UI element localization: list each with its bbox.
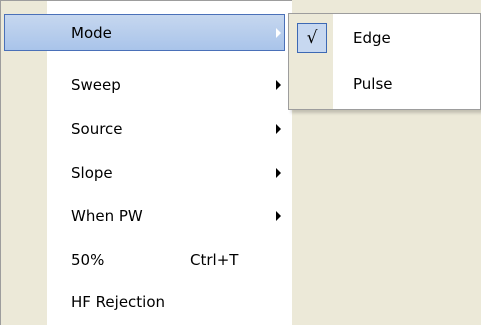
menu-item-label: Sweep: [71, 76, 121, 94]
menu-item-label: When PW: [71, 207, 143, 225]
menu-item-mode[interactable]: Mode: [4, 14, 285, 51]
menu-item-label: HF Rejection: [71, 293, 166, 311]
menu-item-label: Slope: [71, 164, 113, 182]
submenu-arrow-icon: [276, 124, 281, 134]
submenu-arrow-icon: [276, 168, 281, 178]
submenu-item-pulse[interactable]: Pulse: [291, 65, 480, 103]
menu-item-label: Mode: [71, 23, 112, 42]
submenu-item-label: Edge: [353, 29, 391, 47]
menu-item-label: Source: [71, 120, 123, 138]
submenu-arrow-icon: [276, 211, 281, 221]
mode-submenu: √ Edge Pulse: [288, 13, 481, 110]
submenu-item-edge[interactable]: √ Edge: [291, 19, 480, 57]
menu-item-hf-rejection[interactable]: HF Rejection: [4, 283, 285, 321]
trigger-context-menu: Mode Sweep Source Slope When PW 50% Ctrl…: [0, 0, 292, 325]
menu-item-sweep[interactable]: Sweep: [4, 66, 285, 104]
submenu-arrow-icon: [276, 27, 281, 38]
menu-item-when-pw[interactable]: When PW: [4, 197, 285, 235]
check-icon: √: [297, 23, 327, 53]
menu-item-source[interactable]: Source: [4, 110, 285, 148]
menu-item-label: 50%: [71, 251, 105, 269]
submenu-arrow-icon: [276, 80, 281, 90]
menu-item-slope[interactable]: Slope: [4, 154, 285, 192]
submenu-item-label: Pulse: [353, 75, 393, 93]
menu-item-50-percent[interactable]: 50% Ctrl+T: [4, 241, 285, 279]
shortcut-label: Ctrl+T: [190, 251, 239, 269]
